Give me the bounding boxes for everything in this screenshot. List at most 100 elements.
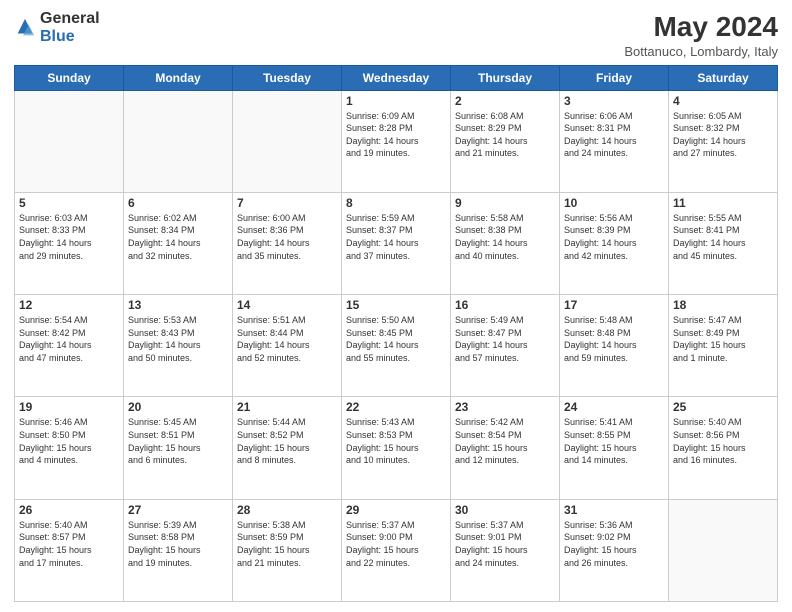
- table-row: [124, 90, 233, 192]
- day-detail: Sunrise: 5:36 AM Sunset: 9:02 PM Dayligh…: [564, 519, 664, 569]
- day-detail: Sunrise: 5:42 AM Sunset: 8:54 PM Dayligh…: [455, 416, 555, 466]
- table-row: 12 Sunrise: 5:54 AM Sunset: 8:42 PM Dayli…: [15, 295, 124, 397]
- table-row: 30Sunrise: 5:37 AM Sunset: 9:01 PM Dayli…: [451, 499, 560, 601]
- day-number: 10: [564, 196, 664, 210]
- calendar-week-row: 12 Sunrise: 5:54 AM Sunset: 8:42 PM Dayli…: [15, 295, 778, 397]
- page: General Blue May 2024 Bottanuco, Lombard…: [0, 0, 792, 612]
- table-row: 18Sunrise: 5:47 AM Sunset: 8:49 PM Dayli…: [669, 295, 778, 397]
- day-detail: Sunrise: 5:37 AM Sunset: 9:00 PM Dayligh…: [346, 519, 446, 569]
- calendar-week-row: 19 Sunrise: 5:46 AM Sunset: 8:50 PM Dayli…: [15, 397, 778, 499]
- day-number: 30: [455, 503, 555, 517]
- day-number: 11: [673, 196, 773, 210]
- day-number: 16: [455, 298, 555, 312]
- table-row: 22 Sunrise: 5:43 AM Sunset: 8:53 PM Dayli…: [342, 397, 451, 499]
- table-row: 4Sunrise: 6:05 AM Sunset: 8:32 PM Daylig…: [669, 90, 778, 192]
- day-detail: Sunrise: 5:51 AM Sunset: 8:44 PM Dayligh…: [237, 314, 337, 364]
- table-row: 29 Sunrise: 5:37 AM Sunset: 9:00 PM Dayli…: [342, 499, 451, 601]
- day-number: 6: [128, 196, 228, 210]
- table-row: 2Sunrise: 6:08 AM Sunset: 8:29 PM Daylig…: [451, 90, 560, 192]
- col-thursday: Thursday: [451, 65, 560, 90]
- day-detail: Sunrise: 6:02 AM Sunset: 8:34 PM Dayligh…: [128, 212, 228, 262]
- calendar-week-row: 26 Sunrise: 5:40 AM Sunset: 8:57 PM Dayli…: [15, 499, 778, 601]
- header: General Blue May 2024 Bottanuco, Lombard…: [14, 10, 778, 59]
- day-number: 22: [346, 400, 446, 414]
- day-number: 19: [19, 400, 119, 414]
- col-sunday: Sunday: [15, 65, 124, 90]
- table-row: 17Sunrise: 5:48 AM Sunset: 8:48 PM Dayli…: [560, 295, 669, 397]
- calendar-table: Sunday Monday Tuesday Wednesday Thursday…: [14, 65, 778, 602]
- day-detail: Sunrise: 5:38 AM Sunset: 8:59 PM Dayligh…: [237, 519, 337, 569]
- logo-icon: [14, 17, 36, 39]
- day-detail: Sunrise: 5:39 AM Sunset: 8:58 PM Dayligh…: [128, 519, 228, 569]
- calendar-week-row: 5Sunrise: 6:03 AM Sunset: 8:33 PM Daylig…: [15, 192, 778, 294]
- day-number: 27: [128, 503, 228, 517]
- day-detail: Sunrise: 5:58 AM Sunset: 8:38 PM Dayligh…: [455, 212, 555, 262]
- day-number: 12: [19, 298, 119, 312]
- day-detail: Sunrise: 5:41 AM Sunset: 8:55 PM Dayligh…: [564, 416, 664, 466]
- logo: General Blue: [14, 10, 100, 45]
- logo-blue-text: Blue: [40, 28, 100, 46]
- table-row: 26 Sunrise: 5:40 AM Sunset: 8:57 PM Dayli…: [15, 499, 124, 601]
- day-detail: Sunrise: 5:48 AM Sunset: 8:48 PM Dayligh…: [564, 314, 664, 364]
- day-number: 14: [237, 298, 337, 312]
- col-tuesday: Tuesday: [233, 65, 342, 90]
- table-row: 21 Sunrise: 5:44 AM Sunset: 8:52 PM Dayli…: [233, 397, 342, 499]
- table-row: 20 Sunrise: 5:45 AM Sunset: 8:51 PM Dayli…: [124, 397, 233, 499]
- col-monday: Monday: [124, 65, 233, 90]
- table-row: 1Sunrise: 6:09 AM Sunset: 8:28 PM Daylig…: [342, 90, 451, 192]
- day-number: 24: [564, 400, 664, 414]
- day-number: 29: [346, 503, 446, 517]
- day-detail: Sunrise: 5:40 AM Sunset: 8:56 PM Dayligh…: [673, 416, 773, 466]
- day-detail: Sunrise: 6:09 AM Sunset: 8:28 PM Dayligh…: [346, 110, 446, 160]
- day-detail: Sunrise: 5:59 AM Sunset: 8:37 PM Dayligh…: [346, 212, 446, 262]
- day-number: 28: [237, 503, 337, 517]
- day-detail: Sunrise: 5:50 AM Sunset: 8:45 PM Dayligh…: [346, 314, 446, 364]
- day-detail: Sunrise: 5:44 AM Sunset: 8:52 PM Dayligh…: [237, 416, 337, 466]
- table-row: 13 Sunrise: 5:53 AM Sunset: 8:43 PM Dayli…: [124, 295, 233, 397]
- table-row: 14 Sunrise: 5:51 AM Sunset: 8:44 PM Dayli…: [233, 295, 342, 397]
- logo-text: General Blue: [40, 10, 100, 45]
- day-number: 20: [128, 400, 228, 414]
- day-detail: Sunrise: 5:53 AM Sunset: 8:43 PM Dayligh…: [128, 314, 228, 364]
- day-number: 21: [237, 400, 337, 414]
- day-detail: Sunrise: 5:54 AM Sunset: 8:42 PM Dayligh…: [19, 314, 119, 364]
- table-row: 9 Sunrise: 5:58 AM Sunset: 8:38 PM Daylig…: [451, 192, 560, 294]
- day-detail: Sunrise: 5:45 AM Sunset: 8:51 PM Dayligh…: [128, 416, 228, 466]
- table-row: [233, 90, 342, 192]
- table-row: 31 Sunrise: 5:36 AM Sunset: 9:02 PM Dayli…: [560, 499, 669, 601]
- table-row: 11Sunrise: 5:55 AM Sunset: 8:41 PM Dayli…: [669, 192, 778, 294]
- table-row: 24 Sunrise: 5:41 AM Sunset: 8:55 PM Dayli…: [560, 397, 669, 499]
- day-number: 8: [346, 196, 446, 210]
- title-block: May 2024 Bottanuco, Lombardy, Italy: [624, 10, 778, 59]
- day-detail: Sunrise: 5:46 AM Sunset: 8:50 PM Dayligh…: [19, 416, 119, 466]
- calendar-week-row: 1Sunrise: 6:09 AM Sunset: 8:28 PM Daylig…: [15, 90, 778, 192]
- table-row: 28 Sunrise: 5:38 AM Sunset: 8:59 PM Dayli…: [233, 499, 342, 601]
- table-row: 5Sunrise: 6:03 AM Sunset: 8:33 PM Daylig…: [15, 192, 124, 294]
- table-row: 10Sunrise: 5:56 AM Sunset: 8:39 PM Dayli…: [560, 192, 669, 294]
- table-row: 7 Sunrise: 6:00 AM Sunset: 8:36 PM Daylig…: [233, 192, 342, 294]
- day-number: 3: [564, 94, 664, 108]
- day-number: 23: [455, 400, 555, 414]
- location-subtitle: Bottanuco, Lombardy, Italy: [624, 44, 778, 59]
- calendar-header-row: Sunday Monday Tuesday Wednesday Thursday…: [15, 65, 778, 90]
- day-number: 7: [237, 196, 337, 210]
- day-number: 9: [455, 196, 555, 210]
- day-number: 25: [673, 400, 773, 414]
- day-number: 13: [128, 298, 228, 312]
- day-detail: Sunrise: 6:00 AM Sunset: 8:36 PM Dayligh…: [237, 212, 337, 262]
- table-row: 6 Sunrise: 6:02 AM Sunset: 8:34 PM Daylig…: [124, 192, 233, 294]
- day-detail: Sunrise: 5:43 AM Sunset: 8:53 PM Dayligh…: [346, 416, 446, 466]
- day-number: 31: [564, 503, 664, 517]
- table-row: [15, 90, 124, 192]
- day-number: 15: [346, 298, 446, 312]
- day-detail: Sunrise: 6:06 AM Sunset: 8:31 PM Dayligh…: [564, 110, 664, 160]
- day-detail: Sunrise: 6:08 AM Sunset: 8:29 PM Dayligh…: [455, 110, 555, 160]
- logo-general-text: General: [40, 10, 100, 28]
- day-number: 4: [673, 94, 773, 108]
- table-row: 19 Sunrise: 5:46 AM Sunset: 8:50 PM Dayli…: [15, 397, 124, 499]
- day-detail: Sunrise: 6:03 AM Sunset: 8:33 PM Dayligh…: [19, 212, 119, 262]
- col-friday: Friday: [560, 65, 669, 90]
- day-number: 26: [19, 503, 119, 517]
- table-row: 8 Sunrise: 5:59 AM Sunset: 8:37 PM Daylig…: [342, 192, 451, 294]
- day-detail: Sunrise: 5:40 AM Sunset: 8:57 PM Dayligh…: [19, 519, 119, 569]
